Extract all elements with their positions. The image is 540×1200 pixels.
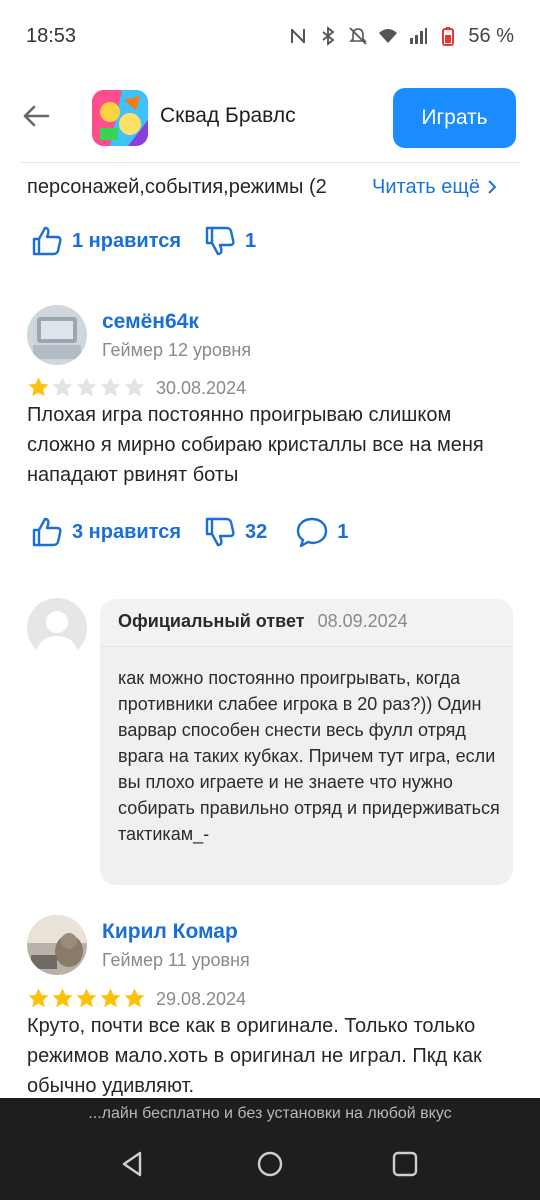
star-filled-icon [28,377,49,397]
app-icon[interactable] [92,90,148,146]
like-button[interactable]: 1 нравится [30,224,181,258]
star-empty-icon [100,377,121,397]
thumbs-down-icon [205,517,235,547]
official-reply-header: Официальный ответ 08.09.2024 [118,611,408,632]
scroll-mask [0,163,540,171]
home-nav-icon[interactable] [255,1149,285,1179]
review-partial-line: персонажей,события,режимы (2 Читать ещё [27,172,527,202]
chevron-right-icon [488,180,497,194]
like-count: 3 нравится [72,520,182,543]
official-reply-label: Официальный ответ [118,611,305,631]
status-time: 18:53 [26,24,77,47]
star-empty-icon [124,377,145,397]
review-text: персонажей,события,режимы (2 [27,176,327,198]
user-level: Геймер 11 уровня [102,950,250,970]
username[interactable]: семён64к [102,310,199,334]
rating-stars [27,987,146,1010]
bluetooth-icon [322,26,335,46]
reviews-list[interactable]: персонажей,события,режимы (2 Читать ещё … [0,163,540,1098]
like-button[interactable]: 3 нравится [30,515,181,549]
battery-icon [442,27,455,46]
dislike-button[interactable]: 32 [203,515,267,549]
official-reply-date: 08.09.2024 [317,611,408,631]
official-avatar [27,598,87,658]
dislike-count: 32 [245,520,268,543]
star-filled-icon [76,988,97,1008]
review-reactions: 3 нравится 32 1 [30,515,348,549]
dislike-count: 1 [245,229,257,252]
play-button[interactable]: Играть [393,88,516,148]
review-text: Круто, почти все как в оригинале. Только… [27,1015,482,1097]
official-reply-text: как можно постоянно проигрывать, когда п… [118,668,500,844]
user-level: Геймер 12 уровня [102,340,252,360]
back-arrow-icon[interactable] [20,100,52,132]
app-title: Сквад Бравлс [160,104,296,127]
avatar[interactable] [27,305,87,365]
bottom-banner[interactable]: ...лайн бесплатно и без установки на люб… [0,1098,540,1130]
like-count: 1 нравится [72,229,182,252]
thumbs-down-icon [205,226,235,256]
star-filled-icon [52,988,73,1008]
star-empty-icon [52,377,73,397]
status-icons: 56 % [288,25,514,48]
official-reply-body: как можно постоянно проигрывать, когда п… [100,646,513,885]
mute-icon [349,27,368,45]
review-text: Плохая игра постоянно проигрываю слишком… [27,404,484,486]
read-more-link[interactable]: Читать ещё [372,172,527,202]
avatar[interactable] [27,915,87,975]
back-nav-icon[interactable] [118,1149,148,1179]
username[interactable]: Кирил Комар [102,920,238,944]
rating-stars [27,376,146,399]
review-reactions: 1 нравится 1 [30,224,256,258]
comment-count: 1 [337,520,349,543]
review-date: 30.08.2024 [156,378,247,398]
thumbs-up-icon [32,517,62,547]
navigation-bar [0,1130,540,1200]
official-reply: Официальный ответ 08.09.2024 как можно п… [100,599,513,885]
star-filled-icon [100,988,121,1008]
wifi-icon [379,29,398,43]
recents-nav-icon[interactable] [390,1149,420,1179]
battery-percent: 56 % [468,24,514,47]
signal-icon [410,28,428,44]
comment-button[interactable]: 1 [295,515,348,549]
thumbs-up-icon [32,226,62,256]
status-bar: 18:53 56 % [0,0,540,72]
app-header: Сквад Бравлс Играть [0,84,540,152]
read-more-label: Читать ещё [372,176,480,198]
nfc-icon [291,29,306,43]
comment-icon [297,517,328,548]
dislike-button[interactable]: 1 [203,224,256,258]
star-filled-icon [28,988,49,1008]
star-filled-icon [124,988,145,1008]
review-date: 29.08.2024 [156,989,247,1009]
star-empty-icon [76,377,97,397]
